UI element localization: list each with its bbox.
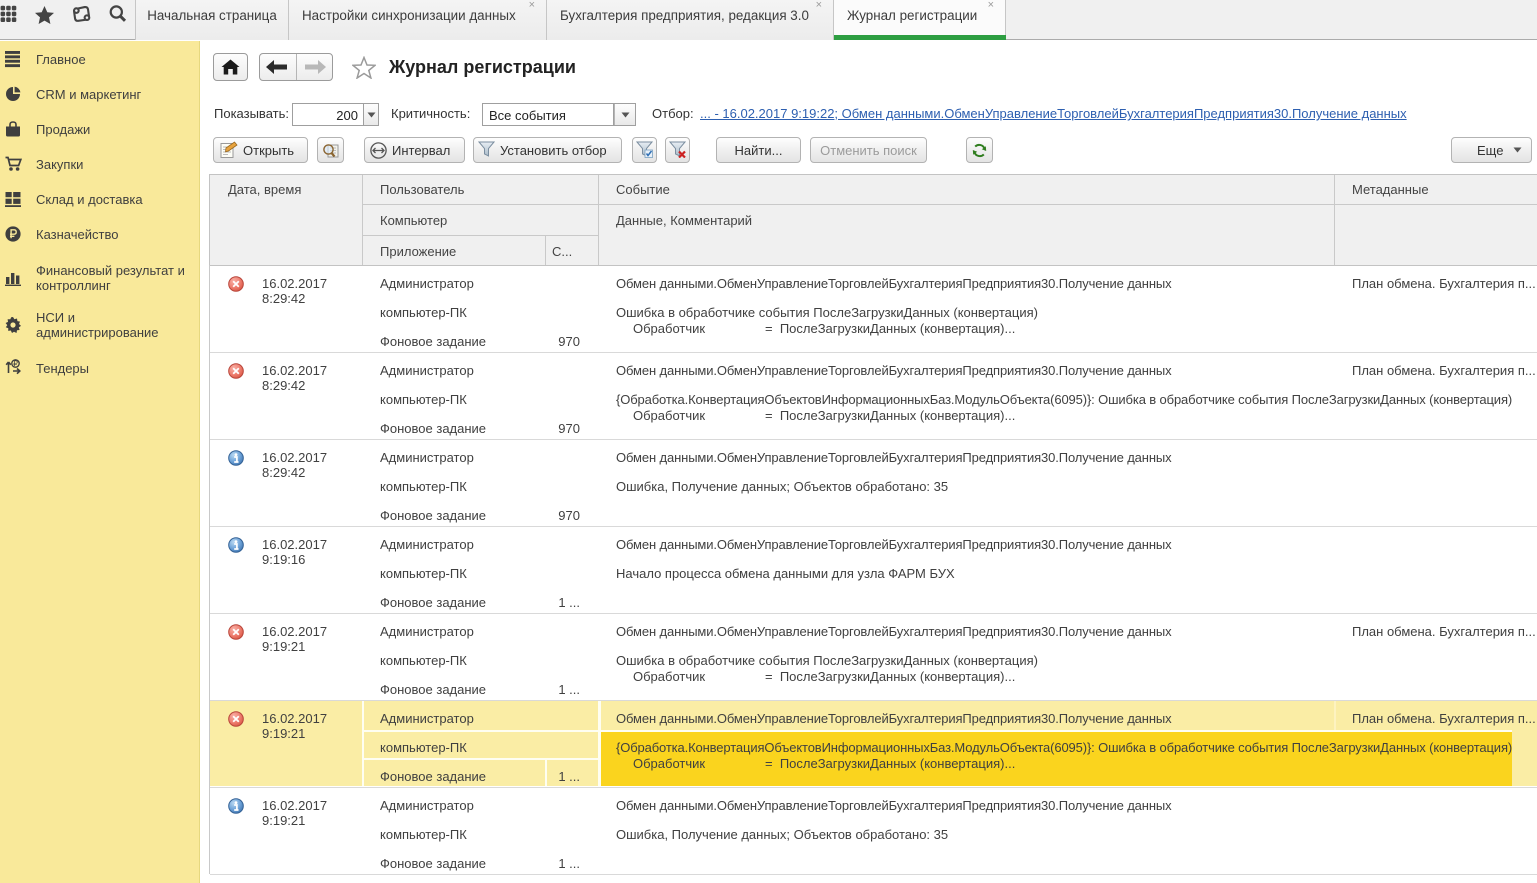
svg-text:₽: ₽: [13, 359, 18, 368]
